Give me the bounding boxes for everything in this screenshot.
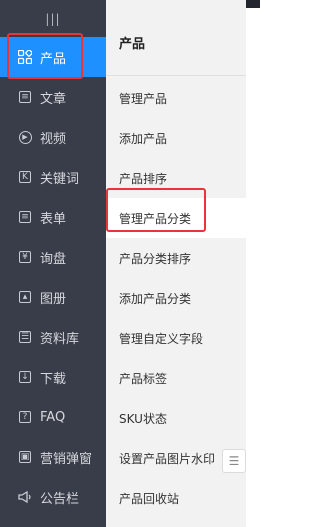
submenu-item-add-product[interactable]: 添加产品 [106,118,246,158]
sidebar-item-keyword[interactable]: K 关键词 [0,157,106,197]
database-icon: ☰ [19,331,31,343]
sidebar-item-database[interactable]: ☰ 资料库 [0,317,106,357]
sidebar-item-popup[interactable]: ▣ 营销弹窗 [0,437,106,477]
play-icon: ▶ [17,129,33,145]
highlight-frame-sidebar [7,33,83,79]
submenu-item-product-tags[interactable]: 产品标签 [106,358,246,398]
sidebar-item-label: 表单 [40,211,67,227]
sidebar-item-label: 资料库 [40,331,80,347]
keyword-icon: K [17,169,33,185]
form-icon: ≡ [17,209,33,225]
top-bar-edge [246,0,260,8]
list-icon: ☰ [228,454,240,468]
sidebar-item-label: 公告栏 [40,491,80,507]
sidebar-item-label: 营销弹窗 [40,451,93,467]
submenu-item-sku-status[interactable]: SKU状态 [106,398,246,438]
album-icon: ▴ [17,289,33,305]
sidebar-item-album[interactable]: ▴ 图册 [0,277,106,317]
content-area-edge [246,0,260,527]
sidebar-item-faq[interactable]: ? FAQ [0,397,106,437]
submenu-item-category-sort[interactable]: 产品分类排序 [106,238,246,278]
main-sidebar: ||| 产品 ≡ 文章 ▶ 视频 K 关键词 ≡ 表单 ¥ 询盘 ▴ 图册 ☰ … [0,0,106,527]
download-icon: ↓ [17,369,33,385]
highlight-frame-submenu [106,188,206,232]
sidebar-item-article[interactable]: ≡ 文章 [0,77,106,117]
sidebar-item-label: 询盘 [40,251,67,267]
sidebar-item-label: FAQ [40,409,66,425]
popup-icon: ▣ [19,451,31,463]
submenu-item-add-category[interactable]: 添加产品分类 [106,278,246,318]
sidebar-item-download[interactable]: ↓ 下载 [0,357,106,397]
sidebar-item-label: 文章 [40,91,67,107]
sidebar-item-inquiry[interactable]: ¥ 询盘 [0,237,106,277]
submenu-header: 产品 [106,0,246,76]
sidebar-item-label: 视频 [40,131,67,147]
sidebar-item-video[interactable]: ▶ 视频 [0,117,106,157]
sidebar-item-form[interactable]: ≡ 表单 [0,197,106,237]
submenu-item-custom-fields[interactable]: 管理自定义字段 [106,318,246,358]
submenu-panel: 产品 管理产品 添加产品 产品排序 管理产品分类 产品分类排序 添加产品分类 管… [106,0,246,527]
inquiry-icon: ¥ [17,249,33,265]
list-toggle-button[interactable]: ☰ [222,449,246,473]
sidebar-collapse-toggle[interactable]: ||| [0,12,106,26]
announcement-icon [17,489,33,505]
sidebar-item-label: 关键词 [40,171,80,187]
article-icon: ≡ [17,89,33,105]
sidebar-item-announcement[interactable]: 公告栏 [0,477,106,517]
sidebar-item-label: 下载 [40,371,67,387]
submenu-item-recycle-bin[interactable]: 产品回收站 [106,478,246,518]
faq-icon: ? [17,409,33,425]
submenu-item-manage-products[interactable]: 管理产品 [106,78,246,118]
submenu-title: 产品 [119,37,146,52]
sidebar-item-label: 图册 [40,291,67,307]
